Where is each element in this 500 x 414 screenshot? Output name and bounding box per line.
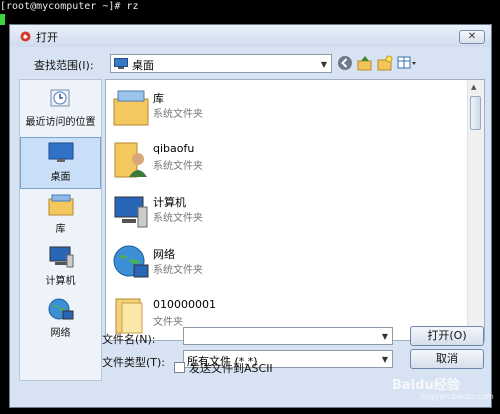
item-type: 系统文件夹 — [153, 265, 203, 276]
terminal-cursor — [0, 14, 5, 25]
place-desktop[interactable]: 桌面 — [20, 137, 101, 189]
lookin-dropdown[interactable]: 桌面 ▼ — [110, 54, 332, 73]
computer-icon — [49, 246, 73, 268]
library-icon — [48, 194, 73, 216]
close-button[interactable]: ✕ — [459, 30, 485, 44]
open-button[interactable]: 打开(O) — [410, 326, 484, 346]
desktop-icon — [48, 142, 73, 162]
new-folder-icon[interactable] — [376, 54, 394, 72]
item-type: 系统文件夹 — [153, 161, 203, 172]
cancel-button[interactable]: 取消 — [410, 349, 484, 369]
desktop-icon — [114, 58, 128, 69]
list-item[interactable]: qibaofu 系统文件夹 — [106, 136, 466, 186]
filename-label: 文件名(N): — [102, 333, 156, 346]
chevron-down-icon: ▼ — [320, 60, 327, 69]
places-bar: 最近访问的位置 桌面 库 计算机 网络 — [19, 79, 102, 381]
item-type: 系统文件夹 — [153, 109, 203, 120]
scroll-up-icon[interactable]: ▲ — [471, 83, 476, 91]
open-file-dialog: 打开 ✕ 查找范围(I): 桌面 ▼ 最近访问的位置 桌面 库 计算机 网络 库… — [9, 24, 492, 408]
user-folder-icon — [114, 142, 147, 178]
item-type: 系统文件夹 — [153, 213, 203, 224]
place-label: 计算机 — [45, 276, 76, 287]
scroll-thumb[interactable] — [470, 96, 481, 130]
chevron-down-icon[interactable]: ▼ — [382, 332, 388, 341]
watermark-url: jingyan.baidu.com — [420, 392, 494, 401]
lookin-label: 查找范围(I): — [34, 59, 94, 72]
place-label: 桌面 — [50, 172, 71, 183]
place-recent[interactable]: 最近访问的位置 — [20, 84, 101, 136]
app-icon — [20, 31, 31, 42]
folder-icon — [115, 298, 143, 334]
item-name: 网络 — [153, 248, 175, 261]
recent-places-icon — [50, 89, 69, 107]
lookin-value: 桌面 — [132, 59, 154, 72]
item-name: 010000001 — [153, 298, 216, 311]
library-icon — [113, 90, 149, 126]
place-computer[interactable]: 计算机 — [20, 243, 101, 295]
chevron-down-icon: ▼ — [381, 355, 388, 364]
item-name: qibaofu — [153, 142, 195, 155]
place-label: 库 — [55, 224, 66, 235]
place-libraries[interactable]: 库 — [20, 191, 101, 243]
back-icon[interactable] — [336, 54, 354, 72]
filetype-label: 文件类型(T): — [102, 356, 166, 369]
list-item[interactable]: 计算机 系统文件夹 — [106, 188, 466, 238]
file-list[interactable]: 库 系统文件夹 qibaofu 系统文件夹 计算机 系统文件夹 网络 系统文件夹… — [105, 79, 485, 341]
network-icon — [48, 298, 73, 320]
network-icon — [113, 245, 149, 278]
terminal-prompt: [root@mycomputer ~]# rz — [0, 1, 139, 12]
watermark-logo: Baidu经验 — [392, 378, 460, 393]
up-folder-icon[interactable] — [356, 54, 374, 72]
item-name: 库 — [153, 92, 164, 105]
item-name: 计算机 — [153, 196, 186, 209]
vertical-scrollbar[interactable]: ▲ ▼ — [467, 80, 484, 340]
place-network[interactable]: 网络 — [20, 295, 101, 347]
list-item[interactable]: 网络 系统文件夹 — [106, 240, 466, 290]
view-menu-icon[interactable] — [396, 54, 418, 72]
list-item[interactable]: 库 系统文件夹 — [106, 84, 466, 134]
item-type: 文件夹 — [153, 317, 183, 328]
dialog-titlebar[interactable]: 打开 ✕ — [10, 25, 491, 47]
computer-icon — [114, 196, 148, 228]
ascii-checkbox-label[interactable]: 发送文件到ASCII — [189, 360, 273, 376]
filename-input[interactable]: ▼ — [183, 327, 393, 345]
place-label: 网络 — [50, 328, 71, 339]
ascii-checkbox[interactable] — [174, 362, 185, 373]
dialog-title: 打开 — [36, 31, 58, 44]
place-label: 最近访问的位置 — [25, 117, 96, 128]
